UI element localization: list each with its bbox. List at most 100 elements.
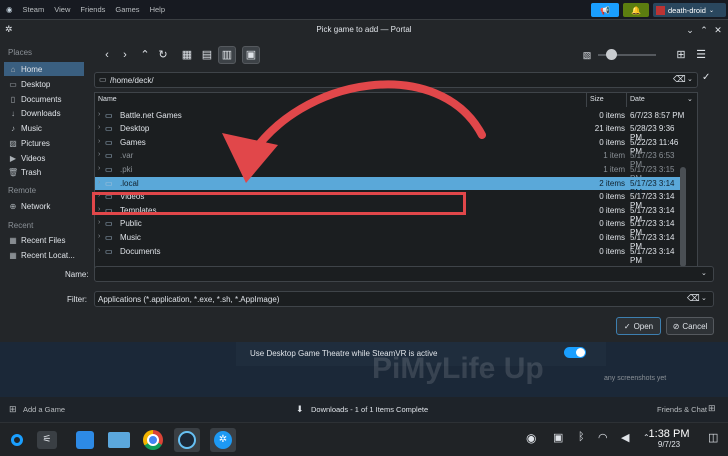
place-desktop[interactable]: ▭ Desktop: [4, 77, 84, 91]
open-button[interactable]: ✓ Open: [616, 317, 661, 335]
taskbar: ⚟ ✲ ◉ ▣ ᛒ ◠ ◀ ⌃ 1:38 PM 9/7/23 ◫: [0, 422, 728, 456]
place-videos[interactable]: ▶ Videos: [4, 151, 84, 165]
add-game-button[interactable]: Add a Game: [23, 405, 65, 414]
steam-logo-icon[interactable]: ◉: [6, 5, 13, 14]
place-trash[interactable]: 🗑 Trash: [4, 165, 84, 179]
place-recent-files[interactable]: ▦ Recent Files: [4, 233, 84, 247]
discover-store-icon[interactable]: [72, 428, 98, 452]
add-game-icon[interactable]: ⊞: [9, 404, 17, 415]
expand-arrow-icon[interactable]: ›: [98, 219, 100, 226]
folder-icon: ▭: [105, 164, 113, 174]
path-dropdown-icon[interactable]: ⌄: [687, 75, 693, 83]
video-icon: ▶: [9, 153, 17, 163]
preview-icon[interactable]: ▣: [242, 46, 260, 64]
zoom-icon: ▧: [582, 50, 592, 60]
friends-chat-button[interactable]: Friends & Chat: [657, 405, 707, 414]
clear-path-icon[interactable]: ⌫: [673, 74, 686, 85]
menu-view[interactable]: View: [54, 5, 70, 14]
name-dropdown-icon[interactable]: ⌄: [701, 269, 707, 277]
expand-arrow-icon[interactable]: ›: [98, 111, 100, 118]
expand-arrow-icon[interactable]: ›: [98, 138, 100, 145]
steam-user-area: 📢 🔔 death-droid ⌄: [591, 3, 726, 17]
clock[interactable]: 1:38 PM 9/7/23: [644, 428, 694, 449]
system-settings-icon[interactable]: ⚟: [34, 428, 60, 452]
up-icon[interactable]: ⌃: [136, 46, 154, 64]
reload-icon[interactable]: ↻: [154, 46, 172, 64]
expand-arrow-icon[interactable]: ›: [98, 179, 100, 186]
downloads-status[interactable]: Downloads - 1 of 1 Items Complete: [311, 405, 428, 414]
friends-icon[interactable]: ⊞: [708, 403, 716, 414]
place-music[interactable]: ♪ Music: [4, 121, 84, 135]
file-row[interactable]: › ▭ Public 0 items 5/17/23 3:14 PM: [95, 217, 685, 237]
zoom-slider-handle[interactable]: [606, 49, 617, 60]
user-menu[interactable]: death-droid ⌄: [653, 3, 726, 17]
file-size: 0 items: [599, 137, 625, 147]
file-row[interactable]: › ▭ Music 0 items 5/17/23 3:14 PM: [95, 231, 685, 251]
expand-arrow-icon[interactable]: ›: [98, 247, 100, 254]
cancel-button[interactable]: ⊘ Cancel: [666, 317, 714, 335]
file-size: 1 item: [603, 151, 625, 161]
volume-icon[interactable]: ◀: [621, 431, 629, 444]
steam-tray-icon[interactable]: ◉: [526, 431, 536, 445]
vr-theatre-toggle[interactable]: [564, 347, 586, 358]
tree-view-icon[interactable]: ▥: [218, 46, 236, 64]
dialog-title: Pick game to add — Portal: [316, 25, 412, 34]
scrollbar[interactable]: [680, 107, 686, 279]
expand-arrow-icon[interactable]: ›: [98, 151, 100, 158]
show-desktop-icon[interactable]: ◫: [708, 431, 718, 444]
places-panel: Places ⌂ Home ▭ Desktop ▯ Documents ↓ Downlo…: [0, 46, 90, 296]
file-manager-icon[interactable]: [106, 428, 132, 452]
file-row[interactable]: › ▭ Documents 0 items 5/17/23 3:14 PM: [95, 245, 685, 265]
bluetooth-icon[interactable]: ᛒ: [578, 431, 585, 443]
filter-dropdown-icon[interactable]: ⌄: [701, 294, 707, 302]
place-documents[interactable]: ▯ Documents: [4, 92, 84, 106]
place-pictures[interactable]: ▨ Pictures: [4, 136, 84, 150]
close-icon[interactable]: ✕: [712, 24, 724, 36]
chrome-icon[interactable]: [140, 428, 166, 452]
menu-friends[interactable]: Friends: [80, 5, 105, 14]
screenshots-text: any screenshots yet: [604, 375, 667, 382]
filter-field[interactable]: Applications (*.application, *.exe, *.sh…: [94, 291, 714, 307]
place-recent-locations[interactable]: ▦ Recent Locat...: [4, 248, 84, 262]
place-home[interactable]: ⌂ Home: [4, 62, 84, 76]
path-input[interactable]: /home/deck/: [110, 76, 154, 85]
icons-view-icon[interactable]: ▦: [178, 46, 196, 64]
menu-icon[interactable]: ☰: [692, 46, 710, 64]
name-field[interactable]: ⌄: [94, 266, 714, 282]
recent-files-icon: ▦: [9, 235, 17, 245]
forward-icon[interactable]: ›: [116, 46, 134, 64]
file-size: 0 items: [599, 205, 625, 215]
steam-taskbar-icon[interactable]: [174, 428, 200, 452]
scrollbar-thumb[interactable]: [680, 167, 686, 267]
kde-dialog-taskbar-icon[interactable]: ✲: [210, 428, 236, 452]
zoom-slider[interactable]: [598, 49, 656, 60]
menu-help[interactable]: Help: [150, 5, 165, 14]
username: death-droid: [668, 5, 706, 15]
name-label: Name:: [65, 270, 89, 279]
remote-header: Remote: [8, 186, 37, 195]
file-name: Desktop: [120, 124, 150, 134]
menu-games[interactable]: Games: [115, 5, 139, 14]
place-downloads[interactable]: ↓ Downloads: [4, 106, 84, 120]
minimize-icon[interactable]: ⌄: [684, 24, 696, 36]
notifications-button[interactable]: 🔔: [623, 3, 649, 17]
column-size[interactable]: Size: [587, 93, 627, 107]
expand-arrow-icon[interactable]: ›: [98, 124, 100, 131]
sort-indicator-icon: ⌄: [687, 96, 693, 103]
menu-steam[interactable]: Steam: [23, 5, 45, 14]
confirm-path-icon[interactable]: ✓: [702, 72, 710, 83]
announcements-button[interactable]: 📢: [591, 3, 619, 17]
avatar: [656, 5, 665, 15]
wifi-icon[interactable]: ◠: [598, 431, 608, 444]
back-icon[interactable]: ‹: [98, 46, 116, 64]
compact-view-icon[interactable]: ▤: [198, 46, 216, 64]
new-folder-icon[interactable]: ⊞: [672, 46, 690, 64]
app-launcher-icon[interactable]: [4, 428, 30, 452]
file-date: 6/7/23 8:57 PM: [630, 110, 685, 120]
clear-filter-icon[interactable]: ⌫: [687, 293, 700, 304]
expand-arrow-icon[interactable]: ›: [98, 233, 100, 240]
clipboard-icon[interactable]: ▣: [553, 431, 563, 444]
expand-arrow-icon[interactable]: ›: [98, 165, 100, 172]
place-network[interactable]: ⊕ Network: [4, 199, 84, 213]
maximize-icon[interactable]: ⌃: [698, 24, 710, 36]
